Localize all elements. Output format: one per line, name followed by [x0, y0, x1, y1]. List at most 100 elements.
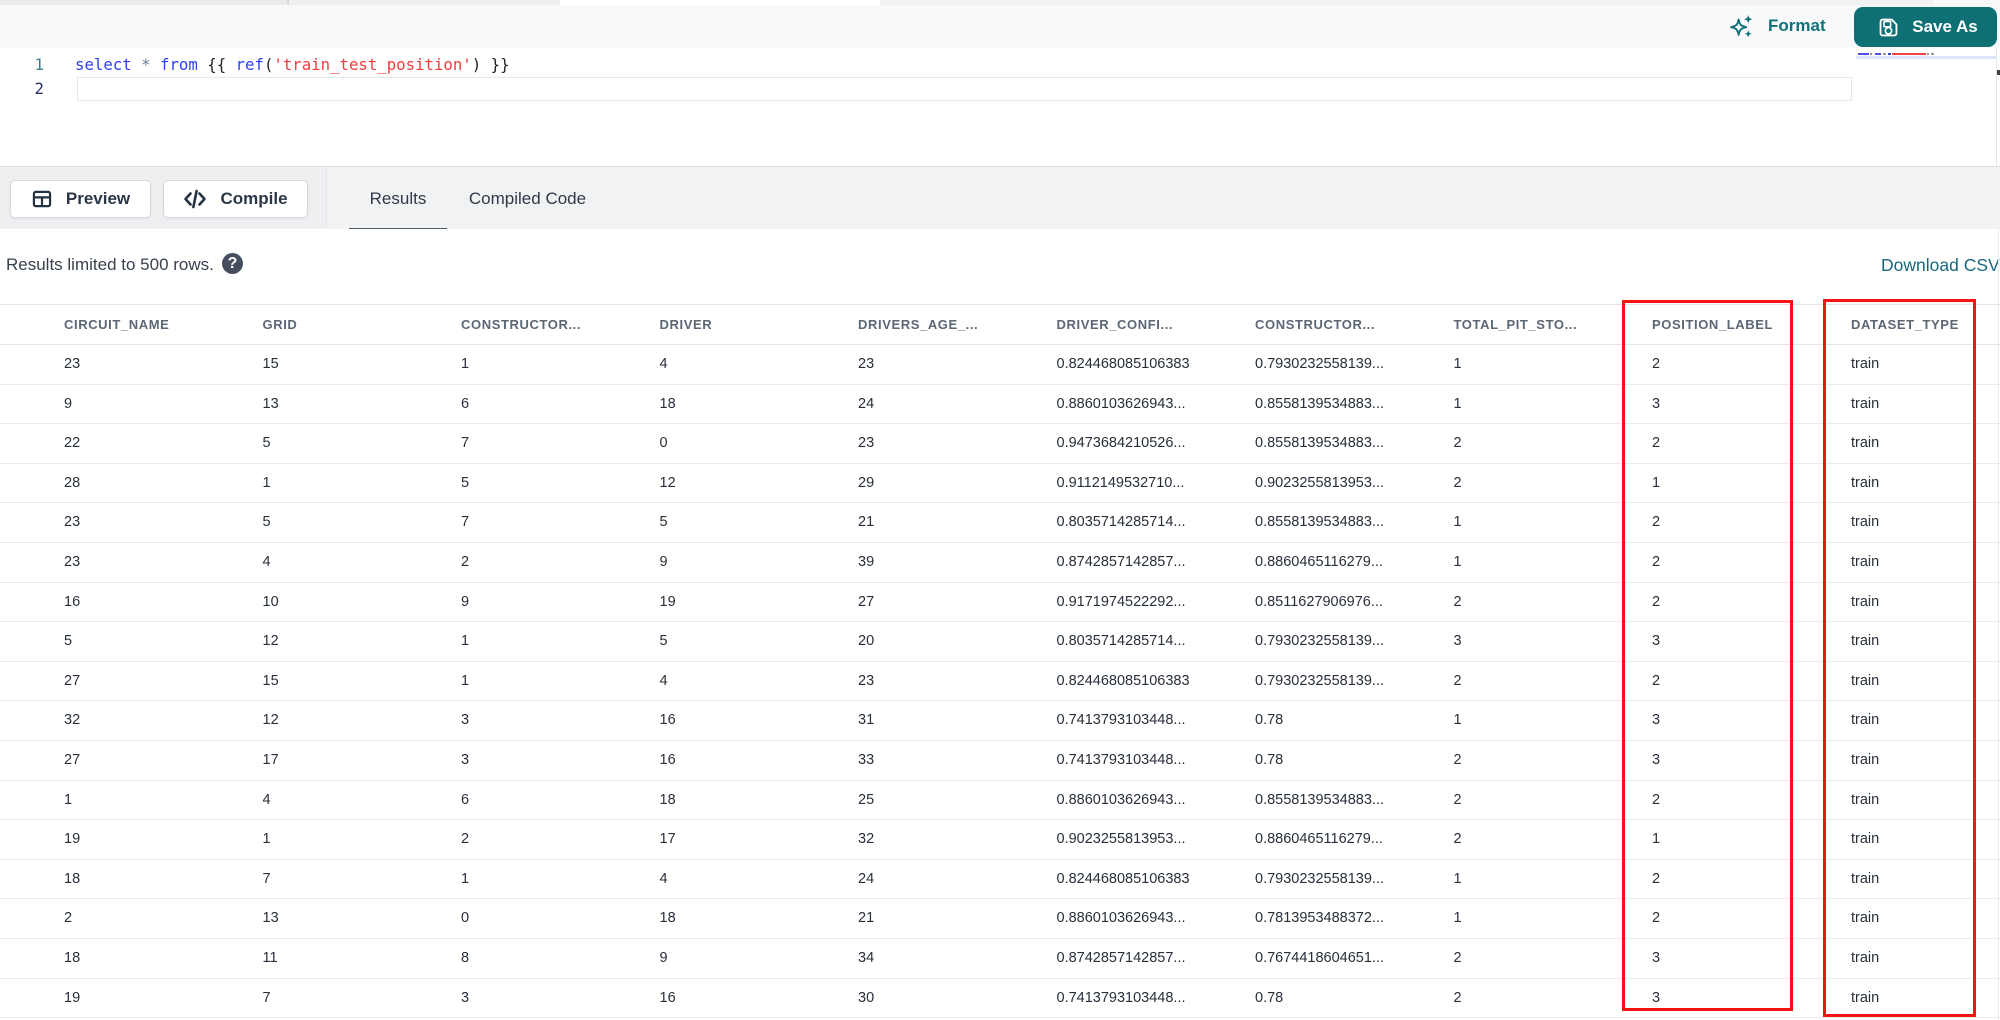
table-cell: 23 — [64, 514, 81, 531]
tab-compiled-code[interactable]: Compiled Code — [447, 168, 608, 230]
column-header: DATASET_TYPE — [1851, 317, 1959, 332]
table-cell: 1 — [461, 672, 470, 689]
table-cell: train — [1851, 712, 1880, 729]
table-cell: 17 — [262, 751, 279, 768]
compile-button[interactable]: Compile — [163, 180, 308, 218]
table-cell: 1 — [1652, 474, 1661, 491]
table-cell: 1 — [1453, 870, 1462, 887]
table-cell: 12 — [659, 474, 676, 491]
table-cell: 3 — [1453, 633, 1462, 650]
download-csv-link[interactable]: Download CSV — [1881, 255, 2000, 276]
table-cell: 4 — [659, 356, 668, 372]
table-cell: 1 — [461, 870, 470, 887]
table-cell: 1 — [1453, 514, 1462, 531]
table-cell: 2 — [1652, 553, 1661, 570]
table-cell: 11 — [262, 949, 278, 966]
table-cell: 13 — [262, 910, 279, 927]
table-cell: 1 — [461, 633, 470, 650]
table-cell: 0.8860465116279... — [1255, 831, 1383, 848]
table-cell: 0.8860103626943... — [1056, 910, 1186, 927]
table-cell: 8 — [461, 949, 470, 966]
table-cell: 4 — [262, 553, 271, 570]
table-cell: 0.7413793103448... — [1056, 751, 1186, 768]
table-cell: 9 — [659, 949, 668, 966]
editor-minimap[interactable] — [1856, 53, 1997, 65]
compile-label: Compile — [220, 189, 288, 208]
table-cell: 28 — [64, 474, 81, 491]
column-header: POSITION_LABEL — [1652, 317, 1774, 332]
table-cell: 34 — [858, 949, 875, 966]
table-cell: 2 — [1453, 474, 1462, 491]
table-row: 5 12 1 5 20 0.8035714285714... 0.7930232558139… — [0, 622, 2000, 662]
table-cell: 27 — [64, 672, 81, 689]
table-cell: 18 — [64, 870, 81, 887]
table-cell: train — [1851, 395, 1880, 412]
sql-editor[interactable]: 1 2 select * from {{ ref('train_test_pos… — [0, 48, 2000, 167]
table-cell: 2 — [1453, 831, 1462, 848]
column-header: TOTAL_PIT_STO... — [1453, 317, 1578, 332]
minimap-code-dash — [1875, 53, 1882, 56]
table-cell: 18 — [659, 910, 676, 927]
table-cell: 18 — [64, 949, 81, 966]
table-cell: 5 — [64, 633, 73, 650]
table-cell: 6 — [461, 395, 470, 412]
table-cell: 0.9023255813953... — [1056, 831, 1186, 848]
tab-results[interactable]: Results — [349, 168, 447, 230]
table-cell: 27 — [64, 751, 81, 768]
table-cell: 24 — [858, 395, 875, 412]
save-as-button[interactable]: Save As — [1854, 7, 1997, 47]
table-cell: 0.78 — [1255, 712, 1284, 729]
format-button[interactable]: Format — [1729, 8, 1826, 44]
table-cell: 2 — [461, 553, 470, 570]
table-cell: train — [1851, 474, 1880, 491]
table-cell: 0.7930232558139... — [1255, 870, 1385, 887]
table-cell: 0.7674418604651... — [1255, 949, 1385, 966]
editor-right-border — [1996, 48, 1997, 167]
table-cell: 23 — [858, 672, 875, 689]
code-token: select — [75, 55, 132, 74]
scrollbar-thumb[interactable] — [1996, 70, 2000, 75]
table-cell: 0.8860103626943... — [1056, 395, 1186, 412]
minimap-code-dash — [1891, 53, 1926, 56]
table-cell: 2 — [1652, 791, 1661, 808]
table-cell: 3 — [461, 712, 470, 729]
minimap-code-dash — [1883, 53, 1886, 56]
code-line-1[interactable]: select * from {{ ref('train_test_positio… — [75, 53, 510, 77]
table-cell: 0.8558139534883... — [1255, 395, 1385, 412]
table-cell: 2 — [1453, 751, 1462, 768]
help-icon[interactable]: ? — [222, 253, 243, 274]
minimap-current-line — [1856, 55, 1997, 59]
table-cell: 0.8860103626943... — [1056, 791, 1186, 808]
column-header: DRIVER — [659, 317, 713, 332]
table-cell: 0.8035714285714... — [1056, 633, 1186, 650]
editor-header: Format Save As — [0, 5, 2000, 48]
table-cell: 1 — [64, 791, 73, 808]
preview-button[interactable]: Preview — [10, 180, 151, 218]
table-row: 22 5 7 0 23 0.9473684210526... 0.8558139534883… — [0, 424, 2000, 464]
table-cell: train — [1851, 633, 1880, 650]
column-header: CIRCUIT_NAME — [64, 317, 170, 332]
code-token: 'train_test_position' — [273, 55, 472, 74]
results-panel: Results limited to 500 rows. ? Download … — [0, 229, 2000, 1020]
table-cell: 0.78 — [1255, 989, 1284, 1006]
table-row: 27 17 3 16 33 0.7413793103448... 0.78 2 3 train — [0, 741, 2000, 781]
table-cell: 0.8558139534883... — [1255, 435, 1385, 452]
table-cell: train — [1851, 949, 1880, 966]
table-cell: 0.8860465116279... — [1255, 553, 1383, 570]
save-as-label: Save As — [1912, 17, 1978, 36]
table-cell: train — [1851, 672, 1880, 689]
table-cell: 0.7930232558139... — [1255, 633, 1385, 650]
table-cell: train — [1851, 791, 1880, 808]
code-icon — [184, 189, 207, 209]
table-cell: 2 — [1453, 989, 1462, 1006]
current-line-highlight[interactable] — [77, 77, 1852, 102]
table-cell: 7 — [461, 514, 470, 531]
table-cell: 18 — [659, 395, 676, 412]
table-cell: train — [1851, 593, 1880, 610]
table-cell: 2 — [1453, 791, 1462, 808]
table-cell: 0.8558139534883... — [1255, 791, 1385, 808]
table-cell: 23 — [64, 356, 81, 372]
table-cell: 0.7413793103448... — [1056, 989, 1186, 1006]
table-cell: 2 — [1652, 435, 1661, 452]
